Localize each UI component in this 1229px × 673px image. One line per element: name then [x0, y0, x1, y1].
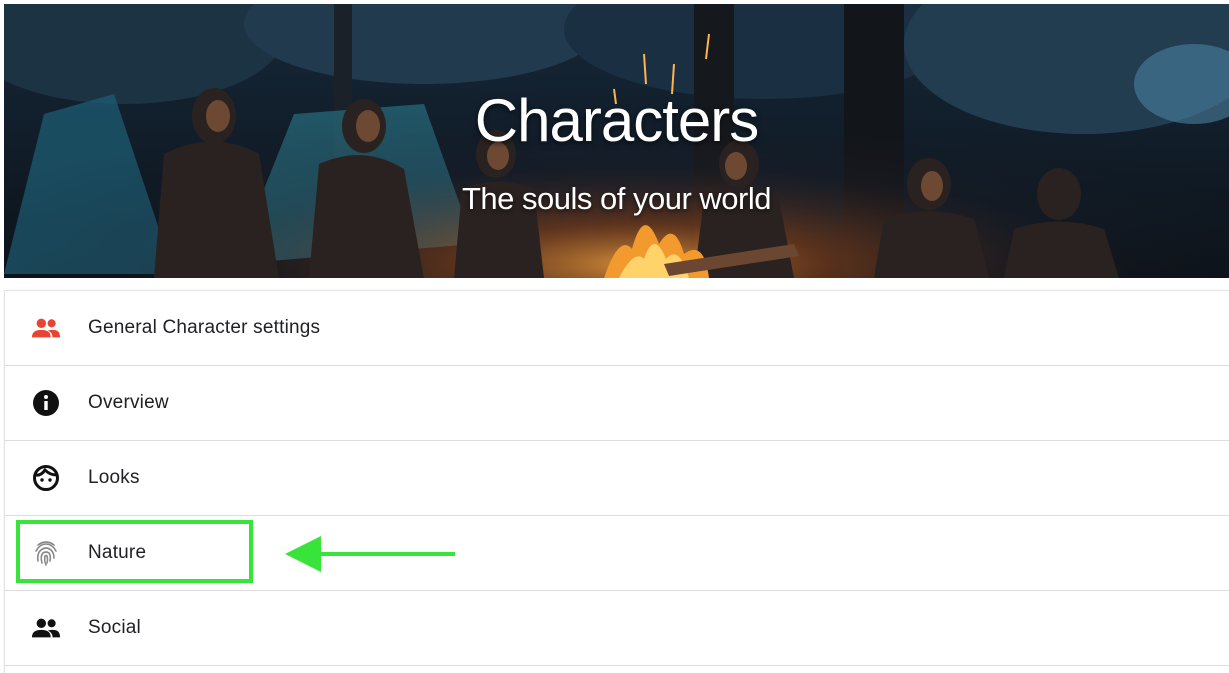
info-icon	[31, 390, 61, 416]
header-banner: Characters The souls of your world	[4, 4, 1229, 278]
menu-item-label: Overview	[88, 392, 169, 413]
menu-item-social[interactable]: Social	[5, 591, 1229, 666]
menu-item-label: General Character settings	[88, 317, 321, 338]
group-icon	[31, 315, 61, 341]
characters-page: Characters The souls of your world Gener…	[0, 0, 1229, 673]
menu-item-overview[interactable]: Overview	[5, 366, 1229, 441]
face-icon	[31, 465, 61, 491]
people-icon	[31, 615, 61, 641]
menu-item-nature[interactable]: Nature	[5, 516, 1229, 591]
menu-item-label: Looks	[88, 467, 140, 488]
character-settings-menu: General Character settings Overview Look…	[4, 290, 1229, 673]
fingerprint-icon	[31, 540, 61, 566]
page-title: Characters	[474, 87, 759, 154]
page-subtitle: The souls of your world	[462, 181, 771, 216]
menu-item-label: Nature	[88, 542, 147, 563]
menu-item-label: Social	[88, 617, 141, 638]
menu-item-looks[interactable]: Looks	[5, 441, 1229, 516]
menu-item-general-character-settings[interactable]: General Character settings	[5, 291, 1229, 366]
